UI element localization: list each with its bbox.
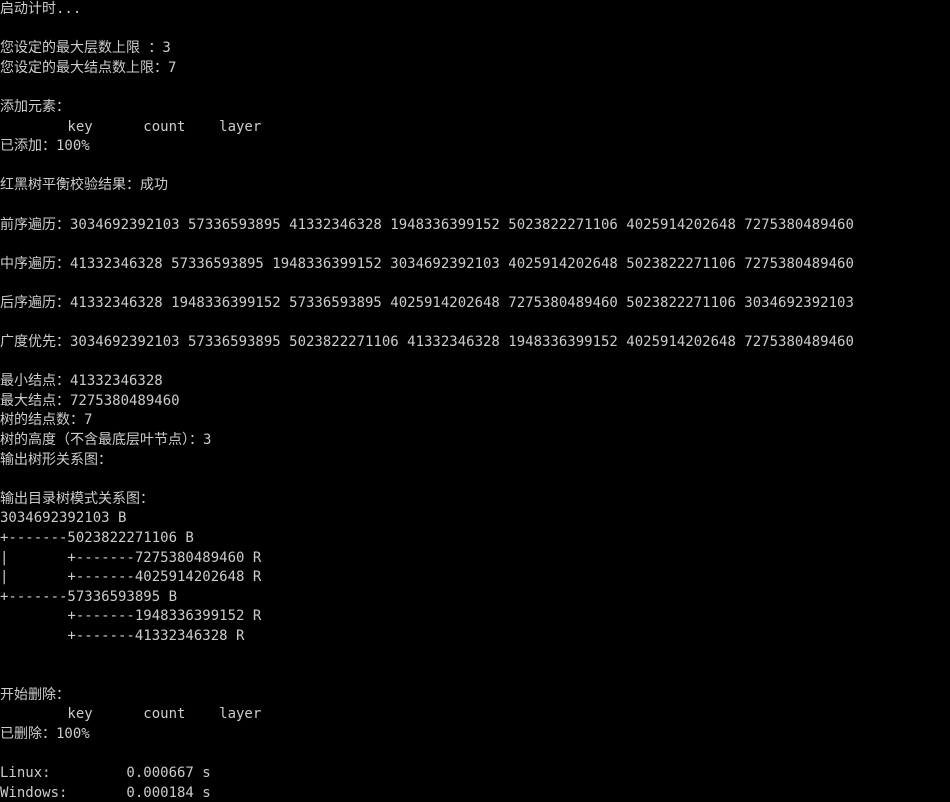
terminal-line-tree-height: 树的高度（不含最底层叶节点）：3	[0, 432, 212, 449]
terminal-line-blank-5	[0, 235, 950, 255]
terminal-line-blank-12	[0, 745, 950, 765]
terminal-line-breadth-first: 广度优先：3034692392103 57336593895 502382227…	[0, 334, 854, 351]
terminal-line-preorder: 前序遍历：3034692392103 57336593895 413323463…	[0, 216, 854, 233]
terminal-line-balance-check: 红黑树平衡校验结果：成功	[0, 177, 168, 194]
terminal-line-min-node: 最小结点：41332346328	[0, 373, 163, 390]
terminal-line-timing-windows: Windows: 0.000184 s	[0, 784, 211, 801]
terminal-line-start-delete-label: 开始删除：	[0, 686, 70, 703]
terminal-line-blank-2	[0, 78, 950, 98]
terminal-line-tree-node-5: +-------1948336399152 R	[0, 608, 262, 625]
terminal-line-output-dir-tree: 输出目录树模式关系图：	[0, 490, 154, 507]
terminal-line-blank-7	[0, 314, 950, 334]
terminal-line-blank-9	[0, 470, 950, 490]
terminal-line-postorder: 后序遍历：41332346328 1948336399152 573365938…	[0, 294, 854, 311]
terminal-line-output-tree-graph: 输出树形关系图：	[0, 451, 112, 468]
terminal-line-del-columns-header: key count layer	[0, 706, 262, 723]
terminal-line-blank-10	[0, 647, 950, 667]
terminal-line-blank-6	[0, 274, 950, 294]
terminal-line-blank-3	[0, 157, 950, 177]
terminal-line-inorder: 中序遍历：41332346328 57336593895 19483363991…	[0, 255, 854, 272]
terminal-line-tree-node-6: +-------41332346328 R	[0, 628, 245, 644]
terminal-output-pane[interactable]: 启动计时... 您设定的最大层数上限 ：3 您设定的最大结点数上限：7 添加元素： k…	[0, 0, 950, 802]
terminal-line-max-node: 最大结点：7275380489460	[0, 392, 180, 409]
terminal-line-timing-linux: Linux: 0.000667 s	[0, 765, 211, 782]
terminal-line-add-elements-label: 添加元素：	[0, 98, 70, 115]
terminal-line-blank-8	[0, 353, 950, 373]
terminal-line-tree-root: 3034692392103 B	[0, 510, 127, 527]
terminal-line-deleted-progress: 已删除：100%	[0, 725, 90, 742]
terminal-line-node-count: 树的结点数：7	[0, 412, 93, 429]
terminal-line-tree-node-1: +-------5023822271106 B	[0, 530, 194, 547]
terminal-line-added-progress: 已添加：100%	[0, 138, 90, 155]
terminal-line-blank-4	[0, 196, 950, 216]
terminal-line-add-columns-header: key count layer	[0, 118, 262, 135]
terminal-line-tree-node-4: +-------57336593895 B	[0, 588, 178, 605]
terminal-line-max-node-limit: 您设定的最大结点数上限：7	[0, 59, 177, 76]
terminal-line-blank-1	[0, 20, 950, 40]
terminal-line-blank-11	[0, 666, 950, 686]
terminal-line-tree-node-2: | +-------7275380489460 R	[0, 549, 262, 566]
terminal-line-tree-node-3: | +-------4025914202648 R	[0, 569, 262, 586]
terminal-line-max-layer-limit: 您设定的最大层数上限 ：3	[0, 40, 171, 57]
terminal-line-start-timer: 启动计时...	[0, 1, 82, 17]
